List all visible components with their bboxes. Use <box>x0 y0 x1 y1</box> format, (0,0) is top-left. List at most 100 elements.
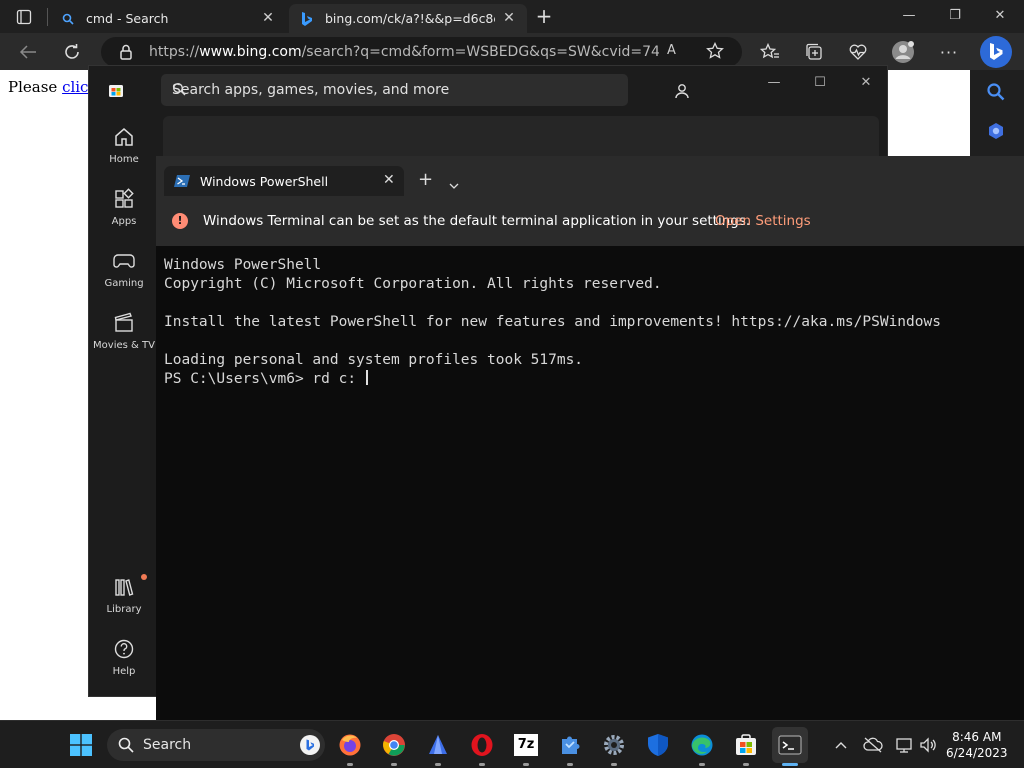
opera-app[interactable] <box>468 731 496 759</box>
info-message: Windows Terminal can be set as the defau… <box>203 213 751 229</box>
speaker-icon <box>920 737 936 753</box>
taskbar-search-box[interactable]: Search <box>107 729 325 761</box>
firefox-app[interactable] <box>336 731 364 759</box>
store-nav-apps[interactable]: Apps <box>89 186 159 227</box>
back-button[interactable] <box>16 40 40 64</box>
new-tab-button[interactable]: + <box>418 169 433 190</box>
copilot-button[interactable] <box>980 36 1012 68</box>
favorite-star-icon[interactable] <box>706 41 724 64</box>
terminal-tab-bar: Windows PowerShell ✕ + <box>156 156 1024 196</box>
settings-app[interactable] <box>600 731 628 759</box>
store-nav-movies[interactable]: Movies & TV <box>89 310 159 351</box>
tab-close-button[interactable]: ✕ <box>383 172 395 188</box>
browser-tab-cmd-search[interactable]: cmd - Search ✕ <box>50 4 286 33</box>
collections-button[interactable] <box>802 40 826 64</box>
show-hidden-icons-button[interactable] <box>831 735 851 755</box>
sidebar-search-button[interactable] <box>986 82 1006 106</box>
chevron-down-icon <box>449 183 459 189</box>
defender-app[interactable] <box>644 731 672 759</box>
address-bar[interactable]: https://www.bing.com/search?q=cmd&form=W… <box>101 37 742 67</box>
store-nav-home[interactable]: Home <box>89 124 159 165</box>
terminal-output[interactable]: Windows PowerShell Copyright (C) Microso… <box>164 256 941 389</box>
tab-dropdown-button[interactable] <box>449 174 459 193</box>
store-nav-library[interactable]: Library <box>89 574 159 615</box>
running-indicator <box>567 763 573 766</box>
tab-title: cmd - Search <box>86 11 169 26</box>
store-icon <box>736 734 756 755</box>
network-button[interactable] <box>895 735 915 755</box>
clock-date: 6/24/2023 <box>946 746 1008 760</box>
store-nav-gaming[interactable]: Gaming <box>89 248 159 289</box>
search-label: Search <box>143 737 192 753</box>
restore-button[interactable]: ❐ <box>943 6 967 26</box>
store-app[interactable] <box>732 731 760 759</box>
store-close-button[interactable]: ✕ <box>857 74 875 92</box>
browser-tab-bing[interactable]: bing.com/ck/a?!&&p=d6c8c4fbe... ✕ <box>289 4 527 33</box>
defender-icon <box>648 734 668 756</box>
nav-label: Apps <box>111 216 137 227</box>
browser-essentials-button[interactable] <box>846 40 870 64</box>
terminal-icon <box>778 735 802 755</box>
search-icon[interactable] <box>172 82 618 100</box>
chevron-up-icon <box>835 742 847 749</box>
read-aloud-button[interactable]: A <box>667 43 676 58</box>
active-indicator <box>782 763 798 766</box>
start-button[interactable] <box>70 734 92 756</box>
tab-title: bing.com/ck/a?!&&p=d6c8c4fbe... <box>325 11 495 26</box>
terminal-tab-powershell[interactable]: Windows PowerShell ✕ <box>164 166 404 196</box>
7zip-app[interactable]: 7z <box>512 731 540 759</box>
edge-icon <box>691 734 713 756</box>
store-search-input[interactable]: Search apps, games, movies, and more <box>161 74 628 106</box>
store-nav-help[interactable]: Help <box>89 636 159 677</box>
chrome-app[interactable] <box>380 731 408 759</box>
tab-title: Windows PowerShell <box>200 174 329 189</box>
terminal-line: Windows PowerShell <box>164 257 322 273</box>
cloud-tray-button[interactable] <box>863 735 883 755</box>
prompt-text: PS C:\Users\vm6> rd c: <box>164 371 365 387</box>
avatar <box>892 41 914 63</box>
terminal-app[interactable] <box>772 727 808 763</box>
refresh-button[interactable] <box>60 40 84 64</box>
bing-icon <box>300 735 320 755</box>
minimize-button[interactable]: — <box>897 6 921 26</box>
running-indicator <box>347 763 353 766</box>
store-logo <box>108 82 124 102</box>
clock[interactable]: 8:46 AM 6/24/2023 <box>946 729 1008 761</box>
windows-logo-icon <box>70 734 92 756</box>
open-settings-link[interactable]: Open Settings <box>715 213 811 229</box>
favorites-button[interactable] <box>758 40 782 64</box>
opera-icon <box>471 734 493 756</box>
terminal-line: Loading personal and system profiles too… <box>164 352 584 368</box>
puzzle-app[interactable] <box>556 731 584 759</box>
store-minimize-button[interactable]: — <box>765 74 783 92</box>
settings-more-button[interactable]: ··· <box>937 40 961 64</box>
store-maximize-button[interactable]: ☐ <box>811 74 829 92</box>
sidebar-copilot-button[interactable] <box>987 122 1005 144</box>
copilot-icon <box>989 123 1003 139</box>
library-icon <box>89 574 159 600</box>
cloud-off-icon <box>863 737 883 753</box>
tab-close-button[interactable]: ✕ <box>260 10 276 26</box>
search-icon <box>987 83 1005 101</box>
running-indicator <box>523 763 529 766</box>
powershell-icon <box>174 173 190 192</box>
windows-terminal-window: Windows PowerShell ✕ + ! Windows Termina… <box>156 156 1024 720</box>
running-indicator <box>391 763 397 766</box>
7zip-icon: 7z <box>514 734 538 756</box>
nav-label: Help <box>112 666 136 677</box>
close-window-button[interactable]: ✕ <box>988 6 1012 26</box>
new-tab-button[interactable]: + <box>534 6 554 26</box>
heart-pulse-icon <box>849 44 867 60</box>
tab-actions-button[interactable] <box>8 6 40 28</box>
volume-button[interactable] <box>918 735 938 755</box>
movies-icon <box>89 310 159 336</box>
store-account-button[interactable] <box>669 78 695 104</box>
clock-time: 8:46 AM <box>952 730 1002 744</box>
nav-label: Gaming <box>104 278 144 289</box>
store-content-area <box>163 116 879 156</box>
edge-app[interactable] <box>688 731 716 759</box>
profile-button[interactable] <box>891 40 915 64</box>
pinned-app[interactable] <box>424 731 452 759</box>
terminal-line: Install the latest PowerShell for new fe… <box>164 314 941 330</box>
tab-close-button[interactable]: ✕ <box>501 10 517 26</box>
